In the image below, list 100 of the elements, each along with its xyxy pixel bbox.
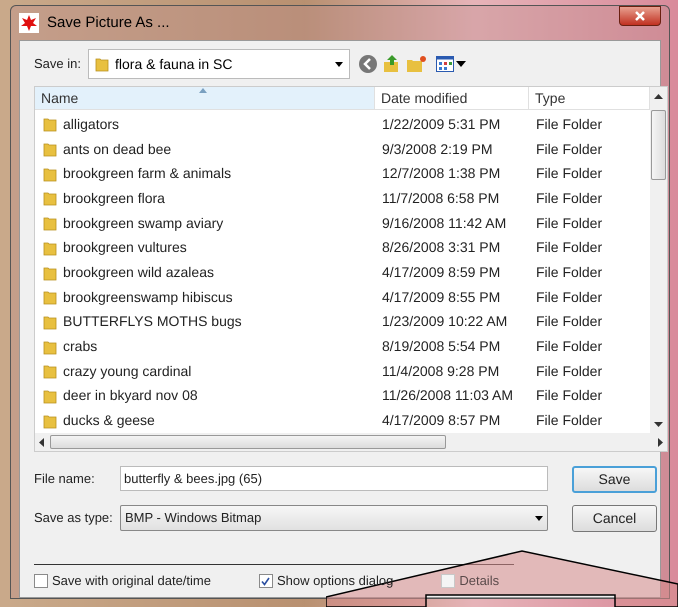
scroll-thumb[interactable] <box>50 435 446 449</box>
file-type: File Folder <box>535 263 604 282</box>
folder-icon <box>43 166 57 182</box>
file-name: crabs <box>63 337 98 356</box>
folder-icon <box>95 56 109 72</box>
file-type: File Folder <box>535 140 604 159</box>
sort-arrow-icon <box>199 88 207 93</box>
checkmark-icon <box>261 576 270 586</box>
dropdown-arrow-icon <box>335 62 343 66</box>
date-modified: 1/22/2009 5:31 PM <box>381 114 502 134</box>
file-row[interactable]: ants on dead bee 9/3/2008 2:19 PM File Folder <box>35 136 650 162</box>
dialog-button[interactable]: Save <box>572 466 657 493</box>
date-modified: 1/23/2009 10:22 AM <box>381 312 508 332</box>
save-in-label: Save in: <box>34 55 82 74</box>
folder-icon <box>43 388 57 404</box>
checkbox-label: Save with original date/time <box>52 572 211 590</box>
file-name: brookgreen wild azaleas <box>63 263 214 282</box>
scroll-up-icon <box>654 94 663 99</box>
file-name: deer in bkyard nov 08 <box>63 386 198 406</box>
date-modified: 8/19/2008 5:54 PM <box>381 337 502 356</box>
file-type: File Folder <box>535 164 604 184</box>
save-in-value: flora & fauna in SC <box>115 54 234 74</box>
date-modified: 9/16/2008 11:42 AM <box>381 214 508 233</box>
file-row[interactable]: brookgreen swamp aviary 9/16/2008 11:42 AM File Folder <box>35 210 650 236</box>
file-row[interactable]: crabs 8/19/2008 5:54 PM File Folder <box>35 334 650 359</box>
date-modified: 12/7/2008 1:38 PM <box>381 164 502 184</box>
date-modified: 11/26/2008 11:03 AM <box>381 386 514 406</box>
app-logo-icon <box>19 13 39 33</box>
scroll-thumb[interactable] <box>651 110 666 180</box>
file-name: brookgreen swamp aviary <box>63 214 224 233</box>
view-grid-icon <box>436 56 454 72</box>
view-menu-button[interactable] <box>436 56 466 72</box>
date-modified: 11/7/2008 6:58 PM <box>381 188 500 208</box>
file-name: brookgreen farm & animals <box>63 164 232 184</box>
file-name-field[interactable]: butterfly & bees.jpg (65) <box>120 466 548 491</box>
file-row[interactable]: brookgreen vultures 8/26/2008 3:31 PM File Folder <box>35 236 650 260</box>
folder-icon <box>43 190 57 206</box>
file-type: File Folder <box>535 411 604 430</box>
file-row[interactable]: brookgreenswamp hibiscus 4/17/2009 8:55 PM File Folder <box>35 284 650 310</box>
close-button[interactable] <box>619 6 661 26</box>
checkbox-label: Details <box>459 572 500 590</box>
dialog-button[interactable]: Cancel <box>572 505 657 532</box>
folder-icon <box>43 264 57 281</box>
back-icon[interactable] <box>358 54 378 74</box>
file-name: brookgreenswamp hibiscus <box>63 288 233 307</box>
file-type: File Folder <box>535 188 604 208</box>
file-type: File Folder <box>535 337 604 356</box>
folder-icon <box>43 314 57 330</box>
column-header[interactable]: Name <box>35 87 375 110</box>
file-name: ducks & geese <box>63 411 155 430</box>
file-name: BUTTERFLYS MOTHS bugs <box>63 312 242 332</box>
folder-icon <box>43 116 57 132</box>
file-row[interactable]: brookgreen flora 11/7/2008 6:58 PM File Folder <box>35 186 650 211</box>
scroll-left-icon <box>39 438 44 446</box>
file-name: brookgreen flora <box>63 188 165 208</box>
checkbox[interactable] <box>34 574 48 588</box>
folder-icon <box>43 363 57 380</box>
window-title: Save Picture As ... <box>47 12 170 33</box>
folder-icon <box>43 289 57 306</box>
horizontal-scrollbar[interactable] <box>35 433 667 451</box>
save-as-type-label: Save as type: <box>34 509 114 528</box>
file-name: crazy young cardinal <box>63 362 192 381</box>
close-icon <box>634 10 646 22</box>
file-type: File Folder <box>535 362 604 381</box>
save-as-type-dropdown[interactable]: BMP - Windows Bitmap <box>120 505 548 531</box>
date-modified: 4/17/2009 8:55 PM <box>381 288 502 307</box>
save-in-dropdown[interactable]: flora & fauna in SC <box>88 49 350 79</box>
file-type: File Folder <box>535 114 604 134</box>
date-modified: 11/4/2008 9:28 PM <box>381 362 500 381</box>
file-type: File Folder <box>535 238 604 258</box>
dropdown-arrow-icon <box>456 61 466 67</box>
scroll-down-icon <box>654 422 663 427</box>
file-row[interactable]: brookgreen farm & animals 12/7/2008 1:38 PM File Folder <box>35 161 650 186</box>
file-row[interactable]: ducks & geese 4/17/2009 8:57 PM File Folder <box>35 408 650 433</box>
date-modified: 4/17/2009 8:57 PM <box>381 411 502 430</box>
file-row[interactable]: BUTTERFLYS MOTHS bugs 1/23/2009 10:22 AM File Folder <box>35 310 650 334</box>
dropdown-arrow-icon <box>535 516 543 520</box>
new-folder-icon[interactable] <box>406 54 428 74</box>
file-row[interactable]: crazy young cardinal 11/4/2008 9:28 PM File Folder <box>35 358 650 384</box>
file-name-label: File name: <box>34 470 96 488</box>
file-type: File Folder <box>535 288 604 307</box>
file-row[interactable]: brookgreen wild azaleas 4/17/2009 8:59 PM File Folder <box>35 260 650 285</box>
folder-icon <box>43 338 57 355</box>
vertical-scrollbar[interactable] <box>650 87 667 433</box>
date-modified: 8/26/2008 3:31 PM <box>381 238 502 258</box>
file-type: File Folder <box>535 386 604 406</box>
date-modified: 9/3/2008 2:19 PM <box>381 140 494 159</box>
file-name: brookgreen vultures <box>63 238 187 258</box>
folder-icon <box>43 141 57 158</box>
checkbox-label: Show options dialog <box>276 572 394 590</box>
file-row[interactable]: alligators 1/22/2009 5:31 PM File Folder <box>35 112 650 137</box>
folder-icon <box>43 240 57 256</box>
date-modified: 4/17/2009 8:59 PM <box>381 263 502 282</box>
file-type: File Folder <box>535 312 604 332</box>
file-row[interactable]: deer in bkyard nov 08 11/26/2008 11:03 AM File Folder <box>35 384 650 408</box>
folder-icon <box>43 215 57 232</box>
save-as-type-value: BMP - Windows Bitmap <box>125 509 262 528</box>
scroll-right-icon <box>658 438 663 446</box>
checkbox[interactable] <box>258 574 273 588</box>
file-name: ants on dead bee <box>63 140 172 159</box>
